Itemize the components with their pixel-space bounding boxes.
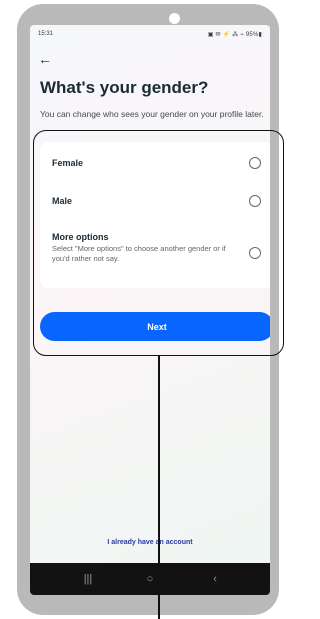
page-title: What's your gender?	[40, 78, 209, 97]
annotation-highlight-box	[33, 130, 284, 356]
recents-icon[interactable]: |||	[73, 571, 103, 587]
annotation-pointer-line	[158, 356, 160, 619]
nav-back-icon[interactable]: ‹	[200, 571, 230, 587]
home-icon[interactable]: ○	[135, 571, 165, 587]
already-have-account-link[interactable]: I already have an account	[30, 539, 270, 546]
page-subtitle: You can change who sees your gender on y…	[40, 109, 264, 119]
system-nav-bar: ||| ○ ‹	[30, 563, 270, 595]
status-time: 15:31	[38, 31, 54, 37]
status-bar: 15:31 ▣ ✉ ⚡ ⁂ ⌁ 95%▮	[30, 31, 270, 43]
camera-notch	[169, 13, 180, 24]
status-icons: ▣ ✉ ⚡ ⁂ ⌁ 95%▮	[207, 32, 262, 38]
back-arrow-icon[interactable]: ←	[38, 51, 54, 67]
